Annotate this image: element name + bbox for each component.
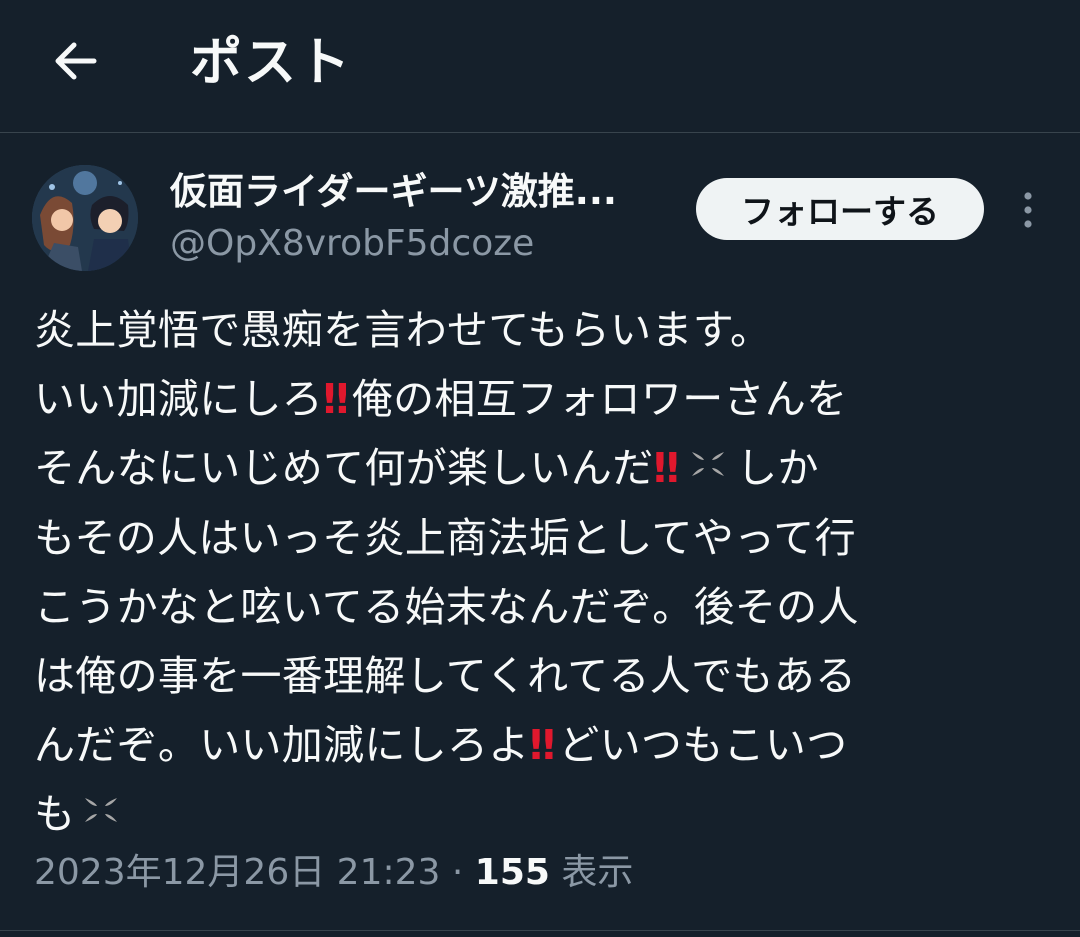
tweet-text-segment: も (34, 790, 76, 839)
tweet-text-segment: こうかなと呟いてる始末なんだぞ。後その人 (34, 582, 859, 631)
anger-symbol-icon (692, 452, 725, 477)
tweet-line: んだぞ。いい加減にしろよ‼ どいつもこいつ (34, 711, 1050, 780)
views-label: 表示 (561, 852, 634, 893)
tweet-text-segment: いい加減にしろ (34, 375, 324, 424)
avatar-image (32, 165, 138, 271)
tweet-text-segment: 炎上覚悟で愚痴を言わせてもらいます。 (34, 306, 772, 354)
tweet-timestamp[interactable]: 2023年12月26日 21:23 (34, 852, 440, 893)
tweet-text-segment: どいつもこいつ (558, 721, 848, 770)
tweet-text-segment: しか (736, 444, 819, 493)
anger-symbol-icon (85, 798, 118, 823)
tweet-line: いい加減にしろ‼ 俺の相互フォロワーさんを (34, 365, 1050, 434)
tweet-text: 炎上覚悟で愚痴を言わせてもらいます。 いい加減にしろ‼ 俺の相互フォロワーさんを … (34, 296, 1050, 850)
tweet-meta: 2023年12月26日 21:23 · 155 表示 (34, 848, 633, 898)
tweet-text-segment: 俺の相互フォロワーさんを (351, 375, 848, 424)
more-vertical-icon (1024, 192, 1032, 228)
views-count: 155 (474, 852, 550, 893)
author-handle[interactable]: @OpX8vrobF5dcoze (170, 219, 534, 269)
meta-separator: · (451, 852, 464, 893)
avatar[interactable] (32, 165, 138, 271)
tweet-line: も (34, 780, 1050, 849)
double-exclamation-emoji: ‼ (323, 375, 349, 424)
tweet-line: もその人はいっそ炎上商法垢としてやって行 (34, 504, 1050, 573)
page-title: ポスト (190, 33, 353, 93)
back-button[interactable] (40, 26, 110, 96)
tweet-text-segment: そんなにいじめて何が楽しいんだ (34, 444, 654, 493)
tweet-line: そんなにいじめて何が楽しいんだ‼ しか (34, 434, 1050, 503)
divider (0, 930, 1080, 931)
double-exclamation-emoji: ‼ (653, 444, 680, 493)
double-exclamation-emoji: ‼ (529, 721, 556, 770)
follow-button[interactable]: フォローする (696, 178, 984, 240)
arrow-left-icon (55, 42, 97, 80)
tweet-line: は俺の事を一番理解してくれてる人でもある (34, 642, 1050, 711)
author-display-name[interactable]: 仮面ライダーギーツ激推... (170, 166, 670, 218)
tweet-line: こうかなと呟いてる始末なんだぞ。後その人 (34, 573, 1050, 642)
more-options-button[interactable] (1008, 188, 1048, 232)
tweet-text-segment: もその人はいっそ炎上商法垢としてやって行 (34, 513, 856, 562)
top-bar: ポスト (0, 0, 1080, 133)
tweet-line: 炎上覚悟で愚痴を言わせてもらいます。 (34, 296, 1050, 365)
tweet-text-segment: んだぞ。いい加減にしろよ (34, 721, 530, 770)
tweet-text-segment: は俺の事を一番理解してくれてる人でもある (34, 651, 857, 700)
